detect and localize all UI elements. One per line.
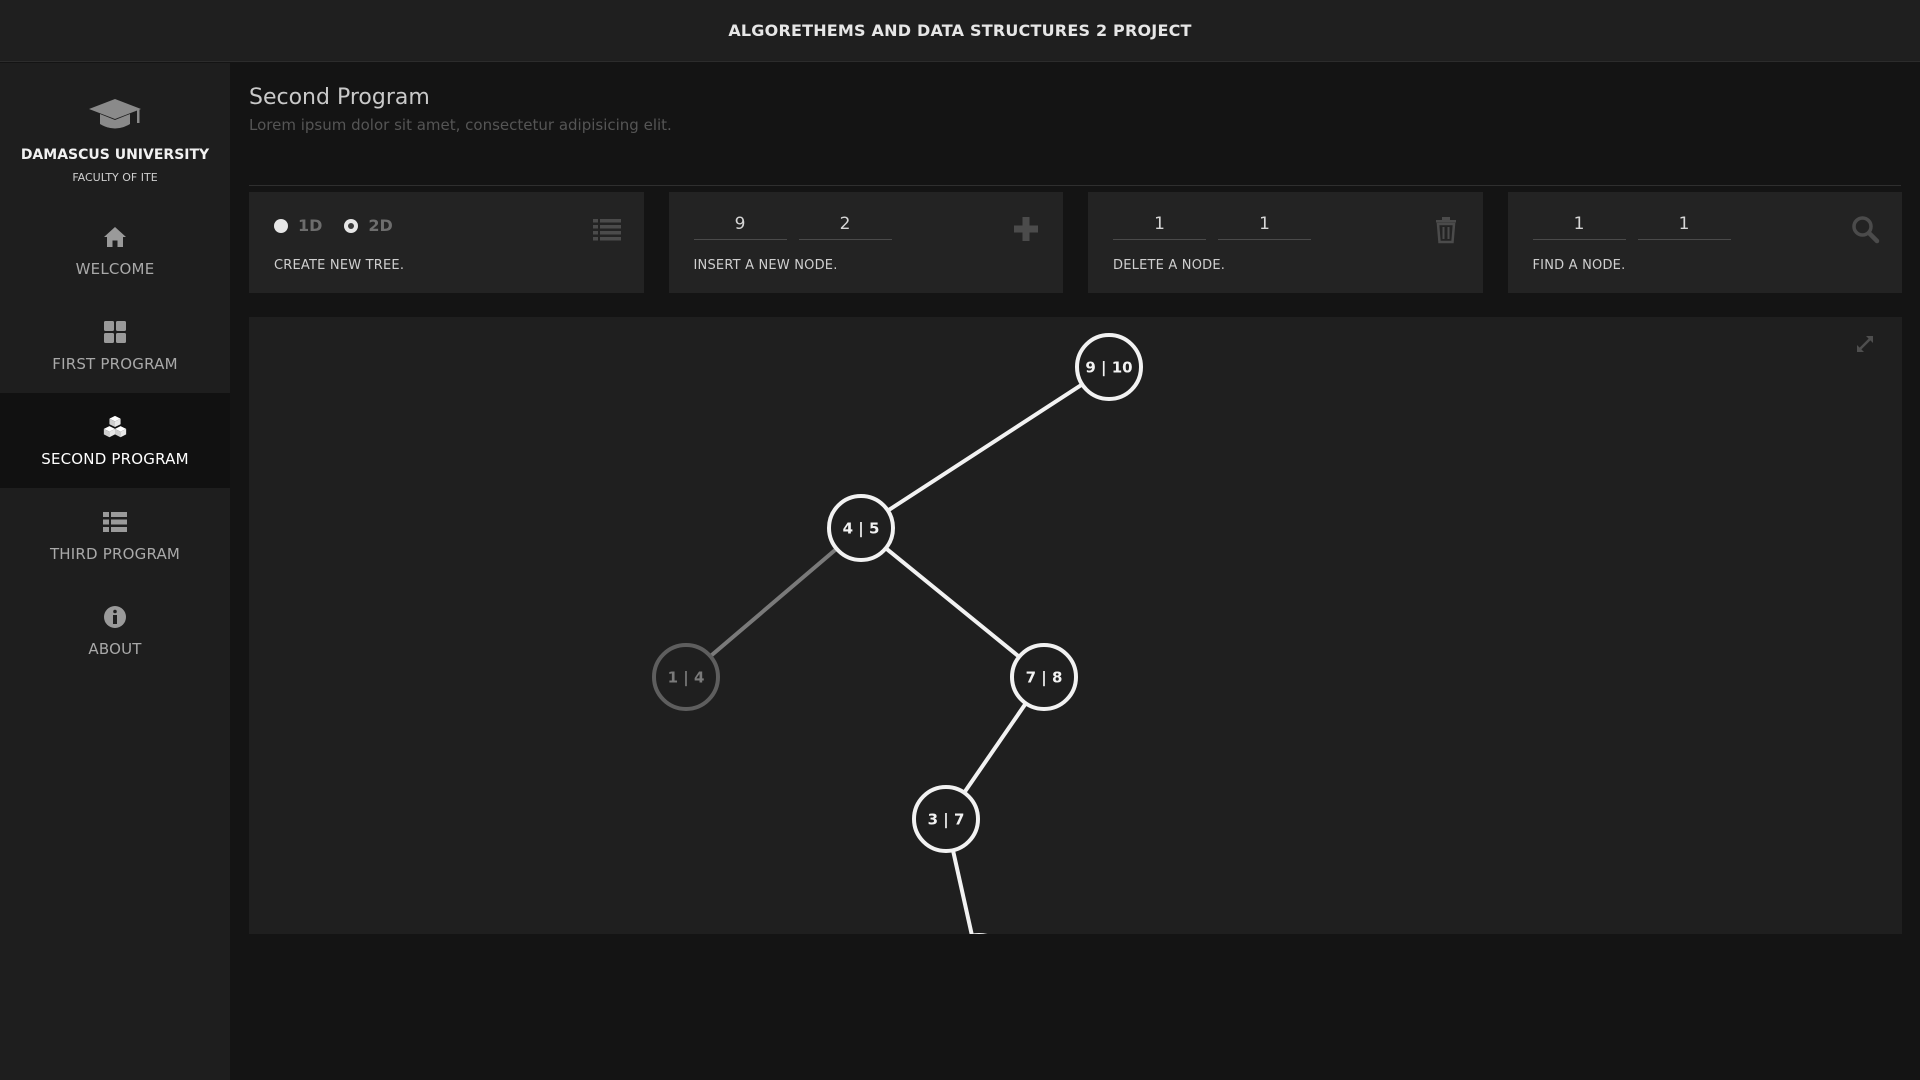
- radio-2d-label: 2D: [368, 216, 393, 235]
- top-bar: ALGORETHEMS AND DATA STRUCTURES 2 PROJEC…: [0, 0, 1920, 62]
- home-icon: [104, 226, 126, 247]
- find-x-input[interactable]: [1532, 208, 1626, 240]
- sidebar-item-label: SECOND PROGRAM: [41, 449, 189, 468]
- sidebar-nav: WELCOME FIRST PROGRAM SECOND PROGRAM THI…: [0, 203, 230, 678]
- tree-node-label: 4 | 5: [843, 520, 880, 539]
- sidebar-item-first-program[interactable]: FIRST PROGRAM: [0, 298, 230, 393]
- delete-node-label: DELETE A NODE.: [1113, 258, 1226, 273]
- page-title: Second Program: [249, 85, 430, 110]
- radio-2d[interactable]: 2D: [344, 216, 393, 235]
- list-icon: [103, 511, 127, 532]
- dimension-options: 1D 2D: [274, 216, 619, 235]
- tree-edge: [859, 526, 1046, 679]
- sidebar-item-label: THIRD PROGRAM: [49, 544, 181, 563]
- brand: DAMASCUS UNIVERSITY FACULTY OF ITE: [0, 63, 230, 203]
- app-title: ALGORETHEMS AND DATA STRUCTURES 2 PROJEC…: [728, 21, 1192, 40]
- tree-node[interactable]: 9 | 10: [1075, 333, 1143, 401]
- tree-node[interactable]: 3 | 7: [912, 785, 980, 853]
- sidebar-item-third-program[interactable]: THIRD PROGRAM: [0, 488, 230, 583]
- sidebar: DAMASCUS UNIVERSITY FACULTY OF ITE WELCO…: [0, 63, 230, 1080]
- tree-node-label: 7 | 8: [1026, 669, 1063, 688]
- find-node-panel: FIND A NODE.: [1507, 192, 1902, 293]
- sidebar-item-label: WELCOME: [75, 259, 155, 278]
- tree-node-label: 3 | 7: [928, 811, 965, 830]
- tree-node[interactable]: 1 | 4: [652, 643, 720, 711]
- insert-inputs: [693, 208, 1039, 240]
- sidebar-item-second-program[interactable]: SECOND PROGRAM: [0, 393, 230, 488]
- tree-edge: [684, 526, 863, 679]
- create-tree-panel: 1D 2D CREATE NEW TREE.: [249, 192, 644, 293]
- page-header: Second Program Lorem ipsum dolor sit ame…: [249, 83, 1901, 186]
- university-name: DAMASCUS UNIVERSITY: [20, 147, 210, 163]
- insert-node-label: INSERT A NEW NODE.: [693, 258, 838, 273]
- sidebar-item-about[interactable]: ABOUT: [0, 583, 230, 678]
- radio-1d[interactable]: 1D: [274, 216, 322, 235]
- insert-x-input[interactable]: [693, 208, 787, 240]
- main-content: Second Program Lorem ipsum dolor sit ame…: [230, 63, 1920, 1080]
- find-node-label: FIND A NODE.: [1532, 258, 1626, 273]
- insert-node-panel: INSERT A NEW NODE.: [668, 192, 1063, 293]
- insert-y-input[interactable]: [798, 208, 892, 240]
- delete-inputs: [1113, 208, 1458, 240]
- graduation-cap-icon: [89, 99, 141, 129]
- delete-y-input[interactable]: [1218, 208, 1311, 240]
- radio-2d-dot[interactable]: [344, 218, 359, 233]
- list-icon[interactable]: [592, 214, 622, 244]
- cubes-icon: [103, 415, 127, 437]
- radio-1d-label: 1D: [298, 216, 323, 235]
- tree-graph: 9 | 10 4 | 5 1 | 4 7 | 8 3 | 7: [652, 333, 1143, 934]
- sidebar-item-label: ABOUT: [88, 639, 142, 658]
- tree-edge: [859, 365, 1111, 530]
- tree-node[interactable]: 4 | 5: [827, 494, 895, 562]
- trash-icon[interactable]: [1431, 214, 1461, 244]
- info-icon: [104, 605, 126, 628]
- faculty-name: FACULTY OF ITE: [72, 171, 158, 184]
- page-subtitle: Lorem ipsum dolor sit amet, consectetur …: [249, 116, 672, 134]
- sidebar-item-welcome[interactable]: WELCOME: [0, 203, 230, 298]
- find-y-input[interactable]: [1637, 208, 1731, 240]
- search-icon[interactable]: [1850, 214, 1880, 244]
- tree-canvas[interactable]: 9 | 10 4 | 5 1 | 4 7 | 8 3 | 7: [249, 317, 1902, 934]
- controls-row: 1D 2D CREATE NEW TREE. 9 2 INSERT A NEW …: [249, 192, 1902, 293]
- create-tree-label: CREATE NEW TREE.: [274, 258, 405, 273]
- grid-icon: [104, 320, 126, 343]
- sidebar-item-label: FIRST PROGRAM: [52, 354, 178, 373]
- tree-node[interactable]: 7 | 8: [1010, 643, 1078, 711]
- delete-node-panel: DELETE A NODE.: [1088, 192, 1483, 293]
- plus-icon[interactable]: [1011, 214, 1041, 244]
- radio-1d-dot[interactable]: [274, 218, 288, 233]
- tree-node-label: 9 | 10: [1085, 359, 1132, 378]
- tree-node-label: 1 | 4: [668, 669, 705, 688]
- delete-x-input[interactable]: [1113, 208, 1206, 240]
- find-inputs: [1532, 208, 1878, 240]
